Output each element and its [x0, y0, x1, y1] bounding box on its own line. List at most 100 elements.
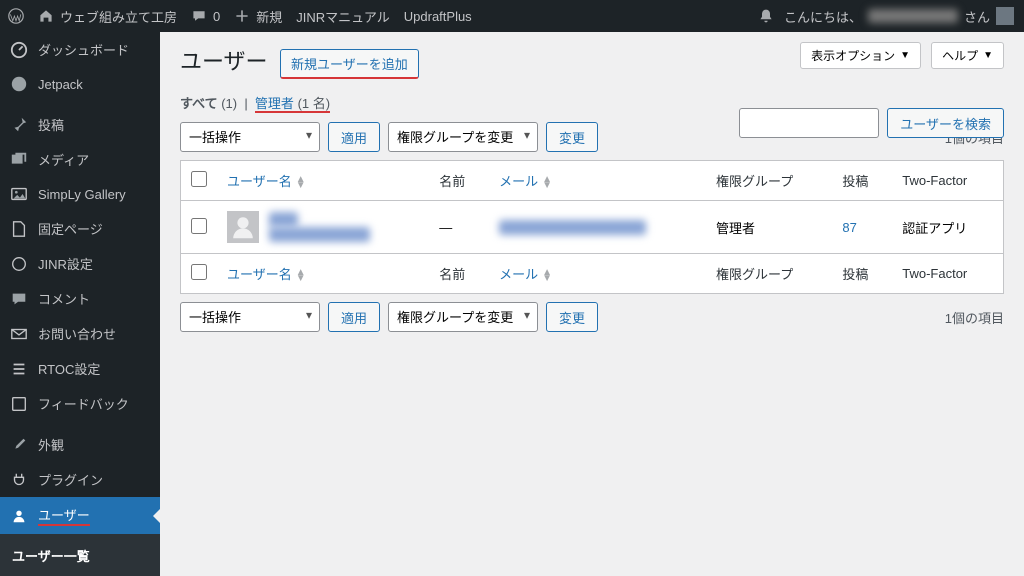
menu-label: メディア: [38, 150, 89, 169]
change-role-bottom[interactable]: 変更: [546, 302, 598, 332]
greeting-suffix: さん: [964, 7, 990, 26]
col-name-foot: 名前: [429, 254, 489, 294]
menu-plugins[interactable]: プラグイン: [0, 462, 160, 497]
filter-all-count: (1): [221, 96, 237, 111]
menu-posts[interactable]: 投稿: [0, 107, 160, 142]
menu-feedback[interactable]: フィードバック: [0, 386, 160, 421]
table-row: aaaa bbbbbbbbbbbbbb — xxxxxxxxxxxx@xxxxx…: [181, 201, 1004, 254]
col-email-foot[interactable]: メール▲▼: [489, 254, 706, 294]
row-checkbox[interactable]: [191, 218, 207, 234]
col-username[interactable]: ユーザー名▲▼: [217, 161, 429, 201]
adminbar-extra-updraft[interactable]: UpdraftPlus: [404, 9, 472, 24]
jetpack-icon: [10, 75, 28, 93]
greeting-prefix: こんにちは、: [784, 7, 862, 26]
col-posts-foot: 投稿: [832, 254, 892, 294]
menu-label: 固定ページ: [38, 219, 103, 238]
wp-logo[interactable]: [8, 8, 24, 24]
cell-name: —: [429, 201, 489, 254]
users-submenu: ユーザー一覧 新規ユーザーを追加 プロフィール: [0, 534, 160, 576]
add-new-user-button[interactable]: 新規ユーザーを追加: [280, 49, 419, 79]
screen-options-label: 表示オプション: [811, 47, 895, 64]
page-title: ユーザー: [180, 44, 268, 76]
menu-label: JINR設定: [38, 254, 93, 273]
change-role-top[interactable]: 変更: [546, 122, 598, 152]
menu-label: お問い合わせ: [38, 324, 116, 343]
menu-label: コメント: [38, 289, 90, 308]
filter-admin-link[interactable]: 管理者 (1 名): [255, 96, 330, 113]
col-email[interactable]: メール▲▼: [489, 161, 706, 201]
menu-label: ユーザー: [38, 505, 90, 526]
user-search-input[interactable]: [739, 108, 879, 138]
avatar: [996, 7, 1014, 25]
menu-label: フィードバック: [38, 394, 129, 413]
menu-users[interactable]: ユーザー: [0, 497, 160, 534]
menu-appearance[interactable]: 外観: [0, 427, 160, 462]
caret-down-icon: ▼: [900, 50, 910, 61]
menu-label: ダッシュボード: [38, 40, 129, 59]
brush-icon: [10, 436, 28, 454]
search-users-button[interactable]: ユーザーを検索: [887, 108, 1004, 138]
account-greeting[interactable]: こんにちは、 さん: [784, 7, 1014, 26]
menu-contact[interactable]: お問い合わせ: [0, 316, 160, 351]
adminbar-extra-jinr[interactable]: JINRマニュアル: [296, 7, 390, 26]
bulk-action-select-top[interactable]: 一括操作: [180, 122, 320, 152]
new-label: 新規: [256, 7, 282, 26]
col-label: メール: [499, 267, 538, 282]
gallery-icon: [10, 185, 28, 203]
menu-pages[interactable]: 固定ページ: [0, 211, 160, 246]
select-all-top[interactable]: [191, 171, 207, 187]
tablenav-bottom: 一括操作 適用 権限グループを変更… 変更 1個の項目: [180, 302, 1004, 332]
change-role-select-top[interactable]: 権限グループを変更…: [388, 122, 538, 152]
notifications-icon[interactable]: [758, 8, 774, 24]
posts-link[interactable]: 87: [842, 220, 856, 235]
menu-jetpack[interactable]: Jetpack: [0, 67, 160, 101]
col-twofactor-foot: Two-Factor: [892, 254, 1003, 294]
username-blur: aaaa: [269, 212, 298, 227]
mail-icon: [10, 325, 28, 343]
submenu-add-user[interactable]: 新規ユーザーを追加: [0, 571, 160, 576]
change-role-select-bottom[interactable]: 権限グループを変更…: [388, 302, 538, 332]
list-icon: [10, 360, 28, 378]
select-all-bottom[interactable]: [191, 264, 207, 280]
content-area: 表示オプション▼ ヘルプ▼ ユーザー 新規ユーザーを追加 すべて (1) | 管…: [160, 32, 1024, 576]
cell-twofactor: 認証アプリ: [892, 201, 1003, 254]
menu-dashboard[interactable]: ダッシュボード: [0, 32, 160, 67]
filter-admin-count: (1 名): [298, 96, 331, 111]
users-table: ユーザー名▲▼ 名前 メール▲▼ 権限グループ 投稿 Two-Factor aa…: [180, 160, 1004, 294]
username-link[interactable]: aaaa bbbbbbbbbbbbbb: [269, 212, 370, 242]
menu-media[interactable]: メディア: [0, 142, 160, 177]
email-blur: xxxxxxxxxxxx@xxxxx.xxx: [499, 220, 646, 235]
filter-all-label[interactable]: すべて: [180, 96, 218, 111]
adminbar: ウェブ組み立て工房 0 新規 JINRマニュアル UpdraftPlus こんに…: [0, 0, 1024, 32]
sort-icon: ▲▼: [542, 177, 552, 189]
help-button[interactable]: ヘルプ▼: [931, 42, 1004, 69]
menu-rtoc[interactable]: RTOC設定: [0, 351, 160, 386]
comment-count: 0: [213, 9, 220, 24]
menu-label: Jetpack: [38, 77, 83, 92]
menu-comments[interactable]: コメント: [0, 281, 160, 316]
apply-bulk-bottom[interactable]: 適用: [328, 302, 380, 332]
menu-label: SimpLy Gallery: [38, 187, 126, 202]
page-icon: [10, 220, 28, 238]
account-name-blur: [868, 9, 958, 23]
site-title: ウェブ組み立て工房: [60, 7, 177, 26]
apply-bulk-top[interactable]: 適用: [328, 122, 380, 152]
screen-options-button[interactable]: 表示オプション ▼: [800, 42, 921, 69]
menu-simply-gallery[interactable]: SimpLy Gallery: [0, 177, 160, 211]
new-content[interactable]: 新規: [234, 7, 282, 26]
email-link[interactable]: xxxxxxxxxxxx@xxxxx.xxx: [499, 220, 646, 235]
menu-label: 投稿: [38, 115, 64, 134]
admin-sidebar: ダッシュボード Jetpack 投稿 メディア SimpLy Gallery 固…: [0, 32, 160, 576]
col-twofactor: Two-Factor: [892, 161, 1003, 201]
bulk-action-select-bottom[interactable]: 一括操作: [180, 302, 320, 332]
username-blur: bbbbbbbbbbbbbb: [269, 227, 370, 242]
items-count-bottom: 1個の項目: [945, 308, 1004, 327]
site-home[interactable]: ウェブ組み立て工房: [38, 7, 177, 26]
col-username-foot[interactable]: ユーザー名▲▼: [217, 254, 429, 294]
dashboard-icon: [10, 41, 28, 59]
sort-icon: ▲▼: [296, 177, 306, 189]
submenu-users-list[interactable]: ユーザー一覧: [0, 540, 160, 571]
feedback-icon: [10, 395, 28, 413]
comments-link[interactable]: 0: [191, 8, 220, 24]
menu-jinr[interactable]: JINR設定: [0, 246, 160, 281]
